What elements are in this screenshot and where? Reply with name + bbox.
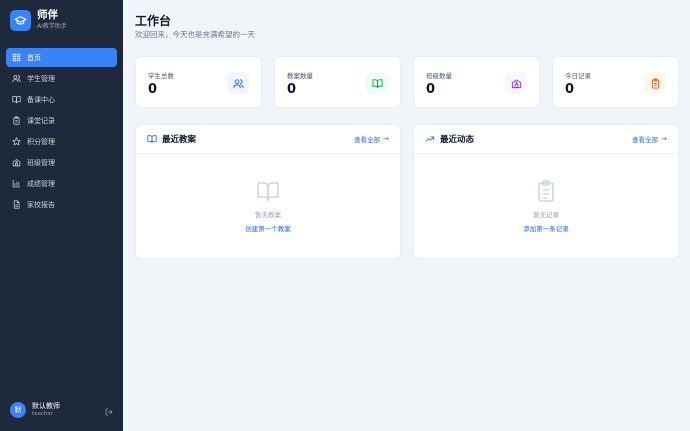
empty-state: 暂无记录 添加第一条记录 (414, 179, 678, 233)
stat-label: 学生总数 (148, 72, 174, 80)
brand: 师伴 AI教学助手 (0, 0, 123, 40)
book-icon (12, 96, 21, 104)
stat-value: 0 (565, 82, 575, 97)
sidebar-item-classes[interactable]: 班级管理 (6, 153, 117, 172)
stat-value: 0 (426, 82, 436, 97)
brand-title: 师伴 (37, 9, 58, 22)
stat-value: 0 (148, 82, 158, 97)
empty-text: 暂无教案 (255, 211, 281, 219)
sidebar-item-label: 备课中心 (27, 95, 55, 104)
book-icon (147, 135, 157, 144)
panel-title: 最近教案 (162, 135, 197, 145)
sidebar-item-students[interactable]: 学生管理 (6, 69, 117, 88)
school-icon (505, 72, 527, 94)
book-icon (366, 72, 388, 94)
stat-card-classes: 班级数量 0 (413, 56, 540, 108)
page-title: 工作台 (135, 14, 172, 28)
logout-icon[interactable] (105, 401, 113, 420)
graduation-cap-icon (10, 9, 31, 31)
star-icon (12, 137, 21, 146)
sidebar: 师伴 AI教学助手 首页 学生管理 备课中心 课堂记录 积分管理 班级管理 成绩… (0, 0, 123, 431)
sidebar-item-grades[interactable]: 成绩管理 (6, 174, 117, 193)
sidebar-item-label: 家校报告 (27, 200, 55, 209)
recent-activity-panel: 最近动态 查看全部 → 暂无记录 添加第一条记录 (413, 124, 679, 259)
school-icon (12, 159, 21, 167)
empty-state: 暂无教案 创建第一个教案 (136, 179, 400, 233)
main-content: 工作台 欢迎回来，今天也是充满希望的一天 学生总数 0 教案数量 0 班级数量 … (123, 0, 690, 431)
link-label: 查看全部 (354, 136, 381, 144)
user-name: 默认教师 (32, 401, 60, 410)
sidebar-item-label: 学生管理 (27, 74, 55, 83)
create-lesson-link[interactable]: 创建第一个教案 (136, 223, 400, 233)
book-open-icon (257, 182, 279, 201)
user-role: teacher (32, 410, 54, 417)
sidebar-item-class-records[interactable]: 课堂记录 (6, 111, 117, 130)
stat-card-students: 学生总数 0 (135, 56, 262, 108)
sidebar-item-label: 课堂记录 (27, 116, 55, 125)
stat-label: 今日记录 (565, 72, 591, 80)
sidebar-item-home[interactable]: 首页 (6, 48, 117, 67)
stat-label: 教案数量 (287, 72, 313, 80)
sidebar-item-reports[interactable]: 家校报告 (6, 195, 117, 214)
view-all-activity-link[interactable]: 查看全部 → (632, 134, 667, 144)
link-label: 查看全部 (632, 136, 659, 144)
sidebar-item-label: 班级管理 (27, 158, 55, 167)
brand-subtitle: AI教学助手 (37, 22, 67, 30)
sidebar-item-label: 首页 (27, 53, 41, 62)
sidebar-item-label: 积分管理 (27, 137, 55, 146)
sidebar-nav: 首页 学生管理 备课中心 课堂记录 积分管理 班级管理 成绩管理 家校报告 (0, 48, 123, 214)
users-icon (12, 75, 21, 83)
stat-label: 班级数量 (426, 72, 452, 80)
users-icon (227, 72, 249, 94)
recent-lessons-panel: 最近教案 查看全部 → 暂无教案 创建第一个教案 (135, 124, 401, 259)
panel-title: 最近动态 (440, 135, 475, 145)
arrow-right-icon: → (661, 135, 667, 143)
stat-value: 0 (287, 82, 297, 97)
trending-up-icon (425, 136, 435, 142)
sidebar-item-label: 成绩管理 (27, 179, 55, 188)
view-all-lessons-link[interactable]: 查看全部 → (354, 134, 389, 144)
page-subtitle: 欢迎回来，今天也是充满希望的一天 (135, 30, 255, 39)
document-icon (13, 200, 20, 209)
bar-chart-icon (12, 179, 21, 188)
dashboard-icon (12, 53, 21, 62)
stat-card-today-records: 今日记录 0 (552, 56, 679, 108)
add-record-link[interactable]: 添加第一条记录 (414, 223, 678, 233)
clipboard-icon (644, 72, 666, 94)
clipboard-icon (13, 116, 20, 125)
arrow-right-icon: → (383, 135, 389, 143)
avatar[interactable]: 默 (10, 402, 26, 418)
sidebar-item-lesson-prep[interactable]: 备课中心 (6, 90, 117, 109)
clipboard-icon (538, 180, 554, 202)
empty-text: 暂无记录 (533, 211, 559, 219)
sidebar-item-points[interactable]: 积分管理 (6, 132, 117, 151)
stat-card-lessons: 教案数量 0 (274, 56, 401, 108)
user-profile: 默 默认教师 teacher (0, 399, 123, 421)
